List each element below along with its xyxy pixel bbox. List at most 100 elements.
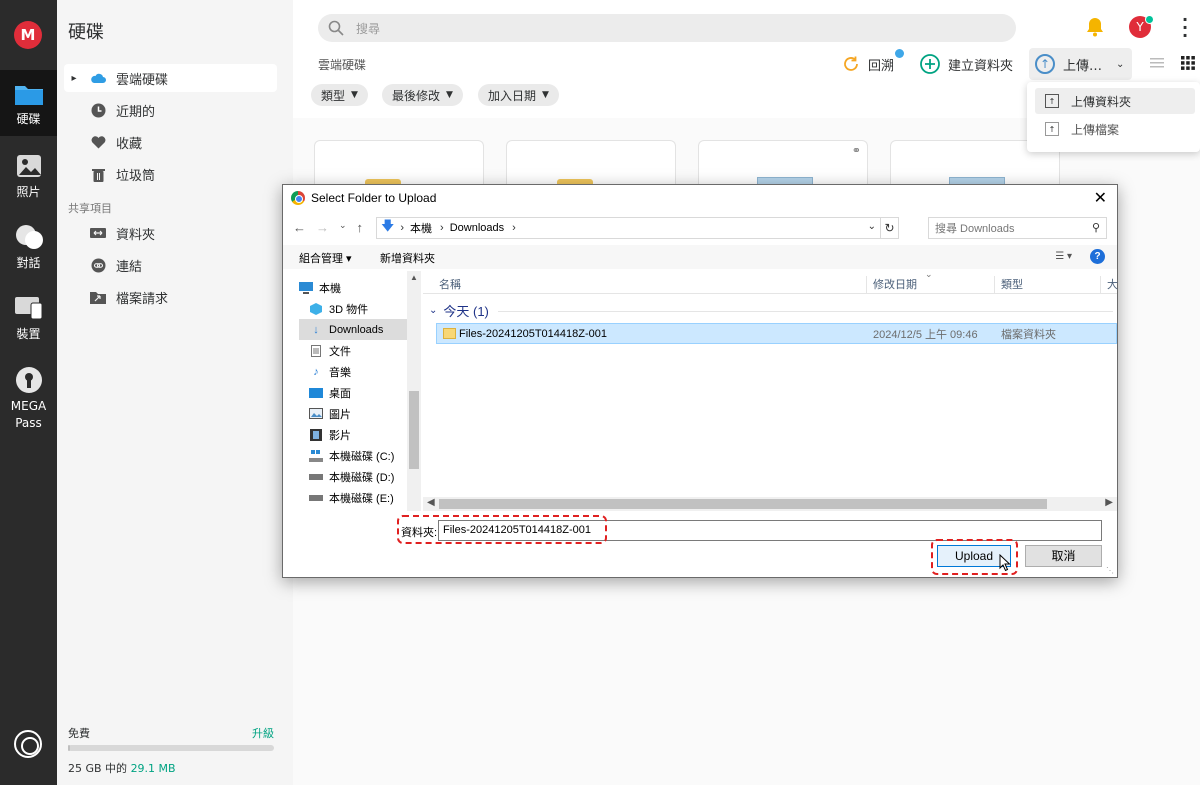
column-type[interactable]: 類型 bbox=[994, 276, 1023, 294]
view-options-icon[interactable]: ☰ ▾ bbox=[1055, 251, 1072, 262]
sidebar-item-shared-folders[interactable]: 資料夾 bbox=[64, 219, 277, 247]
new-folder-command[interactable]: 新增資料夾 bbox=[380, 250, 435, 266]
sidebar-item-recents[interactable]: 近期的 bbox=[64, 96, 277, 124]
filter-date-added[interactable]: 加入日期 ▼ bbox=[478, 84, 559, 106]
filter-last-modified[interactable]: 最後修改 ▼ bbox=[382, 84, 463, 106]
cloud-icon bbox=[90, 70, 106, 86]
chevron-right-icon[interactable]: ▸ bbox=[68, 73, 80, 84]
menu-item-upload-folder[interactable]: ↑ 上傳資料夾 bbox=[1035, 88, 1195, 114]
storage-bar bbox=[68, 745, 274, 751]
rail-label-drive: 硬碟 bbox=[16, 112, 41, 126]
nav-item-label: 桌面 bbox=[329, 387, 351, 400]
recent-dropdown-icon[interactable]: ⌄ bbox=[339, 220, 347, 235]
scroll-left-icon[interactable]: ◀ bbox=[427, 497, 435, 508]
search-bar[interactable]: 搜尋 bbox=[318, 14, 1016, 42]
dialog-search-input[interactable]: 搜尋 Downloads ⚲ bbox=[928, 217, 1107, 239]
group-header-today[interactable]: ⌄ 今天 (1) bbox=[429, 301, 489, 320]
more-menu-icon[interactable]: · · · bbox=[1182, 12, 1188, 44]
plus-circle-icon bbox=[920, 54, 940, 74]
filter-label: 類型 bbox=[321, 88, 346, 103]
horizontal-scrollbar[interactable]: ◀ ▶ bbox=[423, 497, 1117, 511]
rail-item-megapass[interactable]: MEGA Pass bbox=[0, 366, 57, 436]
sidebar-item-label: 雲端硬碟 bbox=[116, 72, 169, 88]
sidebar-item-favourites[interactable]: 收藏 bbox=[64, 128, 277, 156]
chrome-icon bbox=[291, 191, 305, 205]
organize-button[interactable]: 組合管理 ▾ bbox=[299, 250, 352, 266]
rail-item-photos[interactable]: 照片 bbox=[0, 153, 57, 203]
nav-item-music[interactable]: ♪ 音樂 bbox=[299, 361, 407, 382]
breadcrumb[interactable]: 雲端硬碟 bbox=[318, 56, 366, 73]
navigation-scrollbar[interactable]: ▲ bbox=[407, 271, 421, 511]
address-bar[interactable]: 🡇 › 本機 › Downloads › ⌄ ↻ bbox=[376, 217, 899, 239]
path-segment[interactable]: 本機 bbox=[410, 220, 432, 236]
path-segment[interactable]: Downloads bbox=[450, 222, 504, 234]
column-size[interactable]: 大 bbox=[1100, 276, 1118, 294]
forward-arrow-icon[interactable]: → bbox=[316, 220, 329, 235]
chevron-right-icon: › bbox=[400, 222, 405, 234]
grid-view-icon[interactable] bbox=[1181, 56, 1195, 70]
keyhole-icon bbox=[15, 367, 42, 393]
restore-button[interactable]: 回溯 bbox=[842, 49, 904, 76]
sidebar-item-cloud-drive[interactable]: ▸ 雲端硬碟 bbox=[64, 64, 277, 92]
sidebar-item-file-requests[interactable]: 檔案請求 bbox=[64, 283, 277, 311]
column-name[interactable]: 名稱 bbox=[433, 276, 461, 294]
mega-logo[interactable]: M bbox=[14, 21, 42, 49]
rail-item-drive[interactable]: 硬碟 bbox=[0, 70, 57, 136]
nav-item-pictures[interactable]: 圖片 bbox=[299, 403, 407, 424]
chevron-down-icon: ⌄ bbox=[1116, 58, 1125, 70]
filter-type[interactable]: 類型 ▼ bbox=[311, 84, 368, 106]
scrollbar-thumb[interactable] bbox=[409, 391, 419, 469]
nav-item-drive-e[interactable]: 本機磁碟 (E:) bbox=[299, 487, 407, 508]
rail-item-devices[interactable]: 裝置 bbox=[0, 295, 57, 345]
sidebar-item-links[interactable]: 連結 bbox=[64, 251, 277, 279]
bell-icon[interactable] bbox=[1086, 17, 1104, 37]
table-row[interactable]: Files-20241205T014418Z-001 2024/12/5 上午 … bbox=[436, 323, 1117, 344]
resize-grip-icon[interactable]: ⋱ bbox=[1106, 566, 1114, 575]
select-folder-dialog: Select Folder to Upload ✕ ← → ⌄ ↑ 🡇 › 本機… bbox=[282, 184, 1118, 578]
sidebar-item-label: 檔案請求 bbox=[116, 291, 169, 307]
search-placeholder: 搜尋 bbox=[356, 21, 381, 36]
nav-item-drive-d[interactable]: 本機磁碟 (D:) bbox=[299, 466, 407, 487]
rail-label-chat: 對話 bbox=[16, 256, 41, 270]
scroll-right-icon[interactable]: ▶ bbox=[1105, 497, 1113, 508]
download-icon: ↓ bbox=[313, 323, 319, 336]
chat-icon bbox=[15, 225, 43, 249]
nav-item-this-pc[interactable]: 本機 bbox=[299, 277, 407, 298]
up-arrow-icon[interactable]: ↑ bbox=[357, 220, 364, 235]
cube-icon bbox=[309, 302, 323, 315]
nav-item-documents[interactable]: 文件 bbox=[299, 340, 407, 361]
nav-item-3d-objects[interactable]: 3D 物件 bbox=[299, 298, 407, 319]
scrollbar-thumb[interactable] bbox=[439, 499, 1047, 509]
shared-folder-icon bbox=[90, 225, 106, 241]
mega-app: M 硬碟 照片 對話 裝置 MEGA Pass 硬碟 ▸ 雲端硬碟 近期的 收藏… bbox=[0, 0, 1200, 785]
nav-item-downloads[interactable]: ↓ Downloads bbox=[299, 319, 407, 340]
menu-item-upload-file[interactable]: ↑ 上傳檔案 bbox=[1035, 116, 1195, 142]
new-folder-button[interactable]: 建立資料夾 bbox=[920, 52, 1013, 76]
back-arrow-icon[interactable]: ← bbox=[293, 220, 306, 235]
cancel-button[interactable]: 取消 bbox=[1025, 545, 1102, 567]
refresh-icon[interactable]: ↻ bbox=[880, 218, 898, 238]
address-dropdown-icon[interactable]: ⌄ bbox=[868, 221, 876, 232]
list-view-icon[interactable] bbox=[1150, 57, 1164, 69]
help-icon[interactable]: ? bbox=[1090, 249, 1105, 264]
nav-item-label: 本機磁碟 (C:) bbox=[329, 450, 395, 463]
rail-item-chat[interactable]: 對話 bbox=[0, 224, 57, 274]
chevron-right-icon: › bbox=[440, 222, 444, 234]
drive-icon bbox=[309, 492, 323, 504]
column-modified[interactable]: 修改日期 bbox=[866, 276, 917, 294]
upload-button[interactable]: ↑ 上傳… ⌄ bbox=[1029, 48, 1132, 80]
nav-item-label: 音樂 bbox=[329, 366, 351, 379]
transfer-manager-icon[interactable] bbox=[14, 730, 42, 758]
rail-label-megapass-2: Pass bbox=[15, 416, 42, 430]
sidebar-item-rubbish-bin[interactable]: 垃圾筒 bbox=[64, 160, 277, 188]
nav-item-videos[interactable]: 影片 bbox=[299, 424, 407, 445]
avatar[interactable]: Y bbox=[1129, 15, 1154, 38]
upgrade-link[interactable]: 升級 bbox=[252, 725, 274, 741]
close-icon[interactable]: ✕ bbox=[1094, 188, 1107, 208]
nav-item-drive-c[interactable]: 本機磁碟 (C:) bbox=[299, 445, 407, 466]
nav-item-desktop[interactable]: 桌面 bbox=[299, 382, 407, 403]
filter-label: 加入日期 bbox=[488, 88, 537, 103]
video-icon bbox=[309, 428, 323, 441]
chevron-down-icon: ⌄ bbox=[429, 305, 438, 316]
scroll-up-icon[interactable]: ▲ bbox=[410, 273, 418, 282]
